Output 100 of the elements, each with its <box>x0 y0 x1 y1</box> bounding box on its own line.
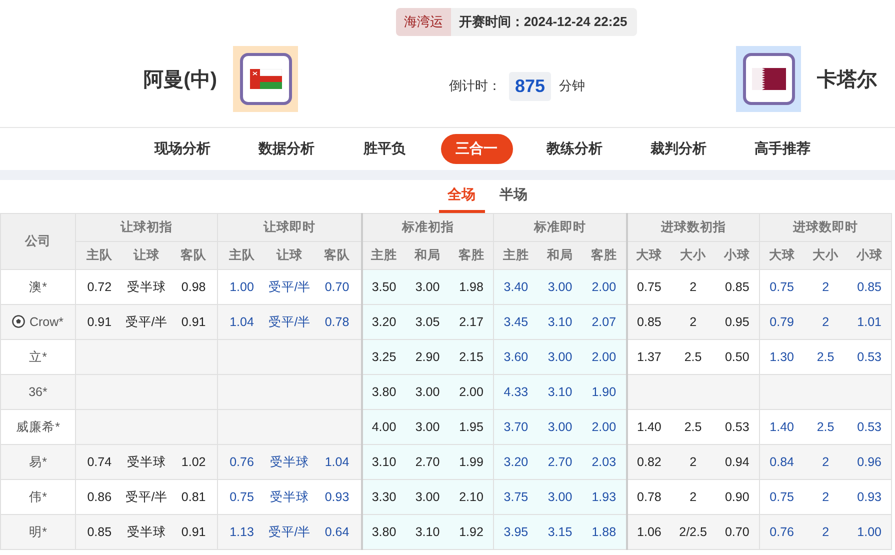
company-name: 36* <box>28 385 48 399</box>
odds-value: 0.75 <box>637 280 662 294</box>
group-header: 标准初指 <box>362 214 494 242</box>
odds-value: 受平/半 <box>268 524 311 538</box>
column-header: 大小 <box>804 242 848 270</box>
nav-tab[interactable]: 数据分析 <box>244 134 328 164</box>
odds-value: 受平/半 <box>125 490 168 504</box>
odds-value: 2/2.5 <box>679 525 707 539</box>
odds-value: 1.98 <box>459 280 484 294</box>
odds-value: 0.86 <box>87 490 112 504</box>
group-header: 进球数初指 <box>626 214 760 242</box>
odds-value: 0.84 <box>770 455 794 469</box>
odds-value: 0.95 <box>724 315 750 329</box>
column-header: 和局 <box>406 242 450 270</box>
column-header: 大小 <box>670 242 716 270</box>
column-header: 让球 <box>266 242 314 270</box>
odds-value: 3.00 <box>548 490 572 504</box>
odds-value: 3.80 <box>372 385 396 399</box>
odds-value: 0.98 <box>181 280 206 294</box>
odds-value: 2.00 <box>592 350 616 364</box>
odds-value: 0.94 <box>724 455 750 469</box>
odds-value: 0.70 <box>324 280 350 294</box>
odds-value: 3.10 <box>548 315 572 329</box>
odds-value: 受半球 <box>126 280 166 294</box>
odds-value: 2.15 <box>459 350 484 364</box>
odds-value: 2.5 <box>816 420 834 434</box>
column-header: 小球 <box>715 242 760 270</box>
odds-value: 2.00 <box>459 385 484 399</box>
odds-value: 2.70 <box>415 455 440 469</box>
odds-value: 0.78 <box>324 315 350 329</box>
nav-tab[interactable]: 裁判分析 <box>636 134 720 164</box>
odds-value: 1.99 <box>459 455 484 469</box>
odds-value: 1.40 <box>637 420 662 434</box>
countdown-label: 倒计时： <box>448 77 501 95</box>
column-header: 主胜 <box>362 242 406 270</box>
column-header: 大球 <box>760 242 804 270</box>
column-header: 小球 <box>848 242 892 270</box>
odds-value: 0.91 <box>87 315 112 329</box>
odds-value: 4.00 <box>372 420 396 434</box>
nav-tab[interactable]: 三合一 <box>440 134 512 164</box>
odds-value: 1.04 <box>230 315 254 329</box>
column-header: 客胜 <box>450 242 494 270</box>
odds-value: 1.00 <box>230 280 254 294</box>
odds-value: 0.81 <box>181 490 206 504</box>
odds-value: 1.90 <box>592 385 616 399</box>
odds-value: 0.74 <box>87 455 112 469</box>
odds-value: 0.90 <box>724 490 750 504</box>
odds-value: 1.37 <box>637 350 662 364</box>
column-header: 客队 <box>314 242 362 270</box>
odds-value: 3.20 <box>372 315 396 329</box>
odds-value: 3.15 <box>548 525 572 539</box>
odds-value: 2.10 <box>459 490 484 504</box>
sub-tab[interactable]: 半场 <box>490 180 536 213</box>
company-name: 立* <box>29 350 47 364</box>
odds-value: 0.85 <box>87 525 112 539</box>
nav-tab[interactable]: 高手推荐 <box>740 134 824 164</box>
odds-value: 受平/半 <box>125 314 168 328</box>
column-header: 客队 <box>170 242 218 270</box>
odds-value: 1.30 <box>770 350 794 364</box>
odds-value: 1.88 <box>592 525 616 539</box>
odds-value: 3.10 <box>548 385 572 399</box>
odds-value: 2.03 <box>592 455 616 469</box>
odds-value: 3.10 <box>372 455 396 469</box>
odds-value: 2 <box>690 280 697 294</box>
odds-value: 2.07 <box>592 315 616 329</box>
nav-tab[interactable]: 现场分析 <box>140 134 224 164</box>
odds-value: 2.90 <box>415 350 440 364</box>
odds-value: 0.85 <box>857 280 882 294</box>
odds-value: 1.02 <box>181 455 206 469</box>
odds-value: 3.00 <box>548 350 572 364</box>
odds-value: 3.80 <box>372 525 396 539</box>
odds-value: 受半球 <box>126 524 166 538</box>
odds-value: 2 <box>690 490 697 504</box>
odds-value: 0.72 <box>87 280 112 294</box>
odds-value: 3.40 <box>504 280 528 294</box>
odds-value: 0.76 <box>770 525 794 539</box>
column-header: 公司 <box>0 214 76 270</box>
odds-value: 0.82 <box>637 455 662 469</box>
odds-value: 2 <box>822 490 830 504</box>
company-name: 伟* <box>29 490 47 504</box>
column-header: 主队 <box>218 242 266 270</box>
odds-value: 0.85 <box>637 315 662 329</box>
odds-value: 受半球 <box>126 454 166 468</box>
odds-value: 3.00 <box>415 385 440 399</box>
odds-value: 0.76 <box>230 455 254 469</box>
odds-value: 1.00 <box>857 525 882 539</box>
odds-value: 1.13 <box>230 525 254 539</box>
away-team-name: 卡塔尔 <box>817 68 877 90</box>
odds-value: 2 <box>822 315 830 329</box>
odds-value: 0.64 <box>324 525 350 539</box>
odds-value: 2.00 <box>592 420 616 434</box>
nav-tab[interactable]: 胜平负 <box>348 134 420 164</box>
flag-icon <box>250 69 282 89</box>
kickoff-time: 开赛时间：2024-12-24 22:25 <box>450 8 638 36</box>
odds-value: 1.92 <box>459 525 484 539</box>
odds-value: 3.30 <box>372 490 396 504</box>
odds-value: 2 <box>690 455 697 469</box>
countdown-value: 875 <box>508 72 552 100</box>
nav-tab[interactable]: 教练分析 <box>532 134 616 164</box>
odds-value: 0.75 <box>230 490 254 504</box>
